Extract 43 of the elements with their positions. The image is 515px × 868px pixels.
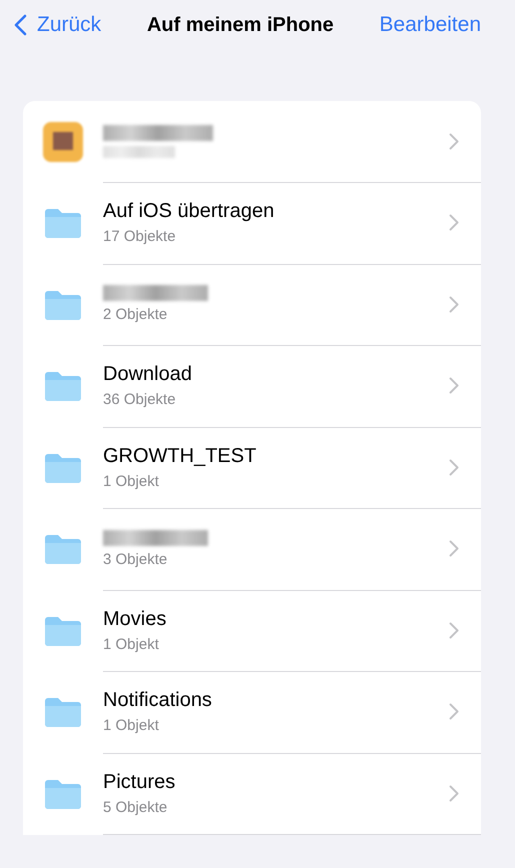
folder-row[interactable]: Pictures 5 Objekte [23,753,481,834]
item-count: 1 Objekt [103,636,160,653]
edit-button[interactable]: Bearbeiten [379,13,481,37]
folder-icon [43,452,83,483]
chevron-icon [449,296,459,313]
item-title: Pictures [103,770,176,794]
folder-row[interactable]: Download 36 Objekte [23,346,481,427]
item-count: 2 Objekte [103,306,168,324]
chevron-icon [449,132,459,150]
item-count: 1 Objekt [103,472,160,490]
chevron-icon [449,703,459,720]
chevron-icon [449,784,459,802]
item-title: Movies [103,608,168,631]
item-count: 5 Objekte [103,798,168,816]
folder-icon [43,534,83,564]
item-title: Auf iOS übertragen [103,200,276,224]
chevron-icon [449,377,459,394]
chevron-icon [449,214,459,232]
item-title: Download [103,363,193,386]
chevron-icon [449,540,459,558]
item-count: 3 Objekte [103,550,168,568]
chevron-icon [449,622,459,639]
screen-title: Auf meinem iPhone [146,14,334,36]
item-count: 17 Objekte [103,228,177,246]
folder-icon [43,290,83,320]
item-count: 1 Objekt [103,717,160,734]
folder-icon [43,778,83,809]
folder-icon [43,208,83,238]
item-title: Notifications [103,689,213,712]
back-chevron-icon [14,14,27,36]
folder-row[interactable]: Movies 1 Objekt [23,590,481,672]
chevron-icon [449,458,459,476]
folder-row[interactable]: GROWTH_TEST 1 Objekt [23,427,481,508]
folder-icon [43,616,83,646]
item-title: GROWTH_TEST [103,444,258,468]
folder-icon [43,371,83,402]
back-button[interactable]: Zurück [14,13,102,37]
item-count: 36 Objekte [103,391,177,408]
blurred-count [103,146,175,158]
folder-row[interactable]: Auf iOS übertragen 17 Objekte [23,182,481,264]
app-icon [43,122,83,162]
folder-row[interactable]: Notifications 1 Objekt [23,672,481,753]
folder-icon [43,697,83,728]
